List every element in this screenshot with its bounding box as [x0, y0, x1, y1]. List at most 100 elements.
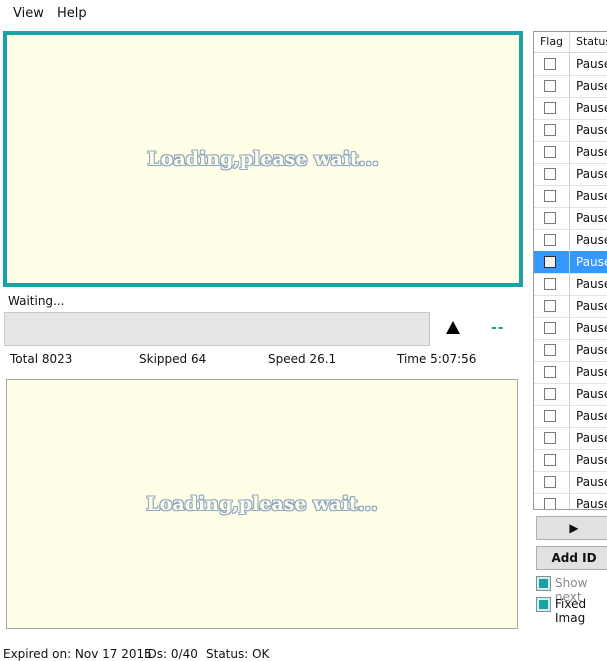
- progress-bar: [4, 312, 430, 346]
- menu-bar: View Help: [0, 0, 607, 28]
- column-separator: [569, 427, 571, 449]
- flag-checkbox[interactable]: [544, 322, 556, 334]
- status-cell: Paused: [576, 211, 607, 225]
- table-row[interactable]: Paused: [534, 185, 607, 208]
- column-header-flag[interactable]: Flag: [534, 32, 570, 52]
- status-cell: Paused: [576, 57, 607, 71]
- table-row[interactable]: Paused: [534, 141, 607, 164]
- loading-message: Loading,please wait...: [147, 148, 379, 170]
- table-row[interactable]: Paused: [534, 449, 607, 472]
- column-separator: [569, 75, 571, 97]
- table-row[interactable]: Paused: [534, 119, 607, 142]
- status-cell: Paused: [576, 299, 607, 313]
- column-separator: [569, 449, 571, 471]
- table-row[interactable]: Paused: [534, 317, 607, 340]
- table-row[interactable]: Paused: [534, 207, 607, 230]
- id-table[interactable]: Flag Status Paused Paused Paused Paused Paus…: [533, 31, 607, 510]
- flag-checkbox[interactable]: [544, 168, 556, 180]
- status-cell: Paused: [576, 233, 607, 247]
- stat-speed: Speed 26.1: [268, 352, 337, 366]
- column-separator: [569, 251, 571, 273]
- flag-checkbox[interactable]: [544, 476, 556, 488]
- table-row[interactable]: Paused: [534, 405, 607, 428]
- indicator-text: --: [491, 320, 505, 336]
- column-separator: [569, 119, 571, 141]
- table-row[interactable]: Paused: [534, 229, 607, 252]
- flag-checkbox[interactable]: [544, 344, 556, 356]
- status-cell: Paused: [576, 189, 607, 203]
- table-row[interactable]: Paused: [534, 97, 607, 120]
- status-cell: Paused: [576, 387, 607, 401]
- table-row[interactable]: Paused: [534, 427, 607, 450]
- flag-checkbox[interactable]: [544, 124, 556, 136]
- column-separator: [569, 383, 571, 405]
- table-row[interactable]: Paused: [534, 273, 607, 296]
- table-row[interactable]: Paused: [534, 75, 607, 98]
- preview-panel-bottom: Loading,please wait...: [6, 379, 518, 629]
- table-row[interactable]: Paused: [534, 251, 607, 274]
- flag-checkbox[interactable]: [544, 234, 556, 246]
- flag-checkbox[interactable]: [544, 300, 556, 312]
- status-cell: Paused: [576, 475, 607, 489]
- menu-view[interactable]: View: [13, 6, 44, 21]
- status-cell: Paused: [576, 123, 607, 137]
- status-cell: Paused: [576, 453, 607, 467]
- column-separator: [569, 361, 571, 383]
- column-separator: [569, 207, 571, 229]
- table-row[interactable]: Paused: [534, 53, 607, 76]
- column-separator: [569, 229, 571, 251]
- flag-checkbox[interactable]: [544, 410, 556, 422]
- column-header-status[interactable]: Status: [576, 32, 607, 52]
- column-separator: [569, 493, 571, 509]
- status-cell: Paused: [576, 343, 607, 357]
- table-row[interactable]: Paused: [534, 295, 607, 318]
- menu-help[interactable]: Help: [57, 6, 87, 21]
- flag-checkbox[interactable]: [544, 102, 556, 114]
- column-separator: [569, 163, 571, 185]
- flag-checkbox[interactable]: [544, 366, 556, 378]
- fixed-image-checkbox[interactable]: [536, 597, 551, 612]
- show-next-checkbox[interactable]: [536, 576, 551, 591]
- table-row[interactable]: Paused: [534, 493, 607, 510]
- status-cell: Paused: [576, 497, 607, 510]
- footer-status: Status: OK: [206, 647, 270, 661]
- stat-time: Time 5:07:56: [397, 352, 477, 366]
- table-header: Flag Status: [534, 32, 607, 53]
- flag-checkbox[interactable]: [544, 498, 556, 509]
- stat-skipped: Skipped 64: [139, 352, 207, 366]
- add-id-button[interactable]: Add ID: [536, 546, 607, 570]
- column-separator: [569, 273, 571, 295]
- flag-checkbox[interactable]: [544, 278, 556, 290]
- status-cell: Paused: [576, 145, 607, 159]
- footer-expired: Expired on: Nov 17 2015: [3, 647, 152, 661]
- column-separator: [569, 97, 571, 119]
- table-row[interactable]: Paused: [534, 383, 607, 406]
- play-button[interactable]: ▶: [536, 516, 607, 540]
- status-cell: Paused: [576, 409, 607, 423]
- column-separator: [569, 405, 571, 427]
- table-row[interactable]: Paused: [534, 163, 607, 186]
- flag-checkbox[interactable]: [544, 190, 556, 202]
- flag-checkbox[interactable]: [544, 454, 556, 466]
- flag-checkbox[interactable]: [544, 432, 556, 444]
- column-separator: [569, 53, 571, 75]
- status-cell: Paused: [576, 79, 607, 93]
- flag-checkbox[interactable]: [544, 80, 556, 92]
- stat-total: Total 8023: [10, 352, 73, 366]
- flag-checkbox[interactable]: [544, 212, 556, 224]
- footer-ids: IDs: 0/40: [144, 647, 198, 661]
- status-cell: Paused: [576, 277, 607, 291]
- fixed-image-label: Fixed Imag: [555, 597, 587, 625]
- status-cell: Paused: [576, 167, 607, 181]
- table-row[interactable]: Paused: [534, 471, 607, 494]
- flag-checkbox[interactable]: [544, 58, 556, 70]
- column-separator: [569, 471, 571, 493]
- flag-checkbox[interactable]: [544, 256, 556, 268]
- column-separator: [569, 185, 571, 207]
- table-row[interactable]: Paused: [534, 339, 607, 362]
- collapse-triangle-icon[interactable]: [446, 321, 460, 334]
- table-row[interactable]: Paused: [534, 361, 607, 384]
- flag-checkbox[interactable]: [544, 388, 556, 400]
- flag-checkbox[interactable]: [544, 146, 556, 158]
- loading-message: Loading,please wait...: [146, 493, 378, 515]
